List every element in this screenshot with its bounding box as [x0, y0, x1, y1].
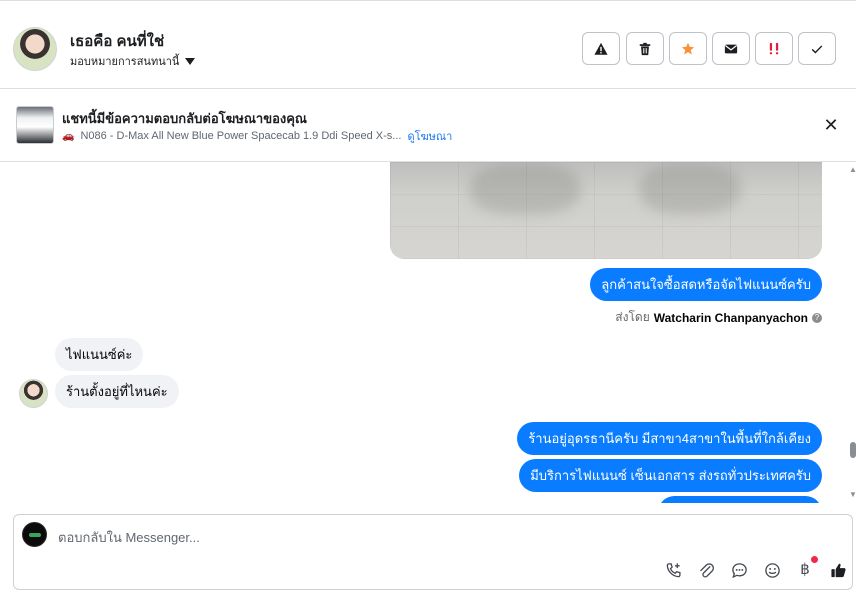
page-avatar — [22, 522, 47, 547]
attach-file-button[interactable] — [695, 559, 717, 581]
exclamation-icon — [769, 42, 779, 54]
warning-icon — [594, 42, 608, 55]
smiley-icon — [764, 562, 780, 578]
ad-banner-title: แชทนี้มีข้อความตอบกลับต่อโฆษณาของคุณ — [62, 111, 307, 126]
outgoing-message-partial[interactable] — [658, 496, 822, 503]
message-scrollbar[interactable]: ▲ ▼ — [849, 162, 856, 503]
conversation-header: เธอคือ คนที่ใช่ มอบหมายการสนทนานี้ — [0, 1, 856, 89]
chat-bubble-icon — [731, 562, 747, 578]
phone-plus-icon — [666, 562, 681, 577]
scroll-down-icon[interactable]: ▼ — [849, 491, 856, 499]
contact-avatar[interactable] — [13, 27, 57, 71]
emoji-button[interactable] — [761, 559, 783, 581]
star-button[interactable] — [669, 32, 707, 65]
outgoing-message[interactable]: ลูกค้าสนใจซื้อสดหรือจัดไฟแนนซ์ครับ — [590, 268, 822, 301]
notification-dot — [811, 556, 818, 563]
ad-banner-details: 🚗 N086 - D-Max All New Blue Power Spacec… — [62, 127, 452, 145]
saved-replies-button[interactable] — [728, 559, 750, 581]
scroll-thumb[interactable] — [850, 442, 856, 458]
message-list[interactable]: ลูกค้าสนใจซื้อสดหรือจัดไฟแนนซ์ครับ ส่งโด… — [0, 162, 856, 503]
info-icon[interactable]: ? — [812, 312, 822, 323]
star-icon — [681, 42, 695, 55]
scroll-up-icon[interactable]: ▲ — [849, 166, 856, 174]
mark-done-button[interactable] — [798, 32, 836, 65]
assign-conversation-dropdown[interactable]: มอบหมายการสนทนานี้ — [70, 52, 196, 70]
inbox-conversation: เธอคือ คนที่ใช่ มอบหมายการสนทนานี้ แชทนี… — [0, 0, 856, 592]
photo-detail — [640, 164, 740, 214]
baht-icon: ฿ — [800, 561, 810, 578]
payment-button[interactable]: ฿ — [794, 556, 818, 581]
contact-avatar-small — [19, 379, 48, 408]
car-icon: 🚗 — [62, 130, 75, 142]
assign-label: มอบหมายการสนทนานี้ — [70, 56, 180, 68]
contact-name[interactable]: เธอคือ คนที่ใช่ — [70, 29, 164, 53]
add-call-button[interactable] — [662, 559, 684, 581]
like-button[interactable] — [827, 559, 849, 581]
incoming-message[interactable]: ไฟแนนซ์ค่ะ — [55, 338, 144, 371]
spam-button[interactable] — [582, 32, 620, 65]
composer-toolbar: ฿ — [662, 556, 849, 581]
reply-composer: ฿ — [13, 514, 853, 590]
outgoing-message[interactable]: มีบริการไฟแนนซ์ เซ็นเอกสาร ส่งรถทั่วประเ… — [519, 459, 822, 492]
vehicle-photo-attachment[interactable] — [390, 162, 822, 259]
sent-by-prefix: ส่งโดย — [615, 310, 650, 324]
delete-button[interactable] — [626, 32, 664, 65]
photo-detail — [470, 164, 580, 214]
paperclip-icon — [699, 562, 714, 578]
sent-by-label: ส่งโดย Watcharin Chanpanyachon ? — [615, 308, 822, 327]
sender-name: Watcharin Chanpanyachon — [653, 310, 808, 325]
ad-name: N086 - D-Max All New Blue Power Spacecab… — [80, 130, 402, 142]
thumbs-up-icon — [830, 563, 846, 577]
incoming-message[interactable]: ร้านตั้งอยู่ที่ไหนค่ะ — [55, 375, 179, 408]
outgoing-message[interactable]: ร้านอยู่อุดรธานีครับ มีสาขา4สาขาในพื้นที… — [517, 422, 822, 455]
follow-up-button[interactable] — [755, 32, 793, 65]
close-icon: ✕ — [823, 115, 839, 135]
view-ad-link[interactable]: ดูโฆษณา — [407, 127, 452, 145]
check-icon — [811, 44, 823, 53]
caret-down-icon — [185, 57, 196, 65]
mark-unread-button[interactable] — [712, 32, 750, 65]
trash-icon — [639, 42, 651, 55]
ad-reply-banner: แชทนี้มีข้อความตอบกลับต่อโฆษณาของคุณ 🚗 N… — [0, 90, 856, 162]
close-banner-button[interactable]: ✕ — [822, 116, 840, 134]
reply-input[interactable] — [58, 528, 658, 546]
envelope-icon — [724, 44, 738, 53]
ad-thumbnail[interactable] — [16, 106, 54, 144]
